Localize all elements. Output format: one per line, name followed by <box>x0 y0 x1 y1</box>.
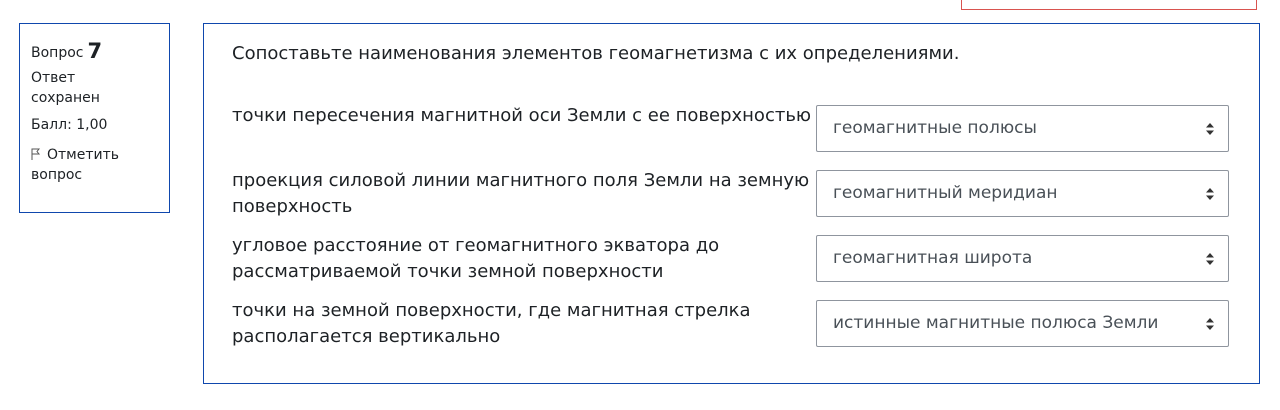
select-arrows-icon <box>1206 123 1214 135</box>
question-number-heading: Вопрос 7 <box>31 38 158 64</box>
question-number: 7 <box>87 39 103 63</box>
match-stem: проекция силовой линии магнитного поля З… <box>232 170 810 217</box>
question-info-panel: Вопрос 7 Ответ сохранен Балл: 1,00 Отмети… <box>19 23 170 213</box>
match-select-value: геомагнитные полюсы <box>833 118 1037 138</box>
select-arrows-icon <box>1206 253 1214 265</box>
match-select-value: геомагнитная широта <box>833 248 1033 268</box>
question-text: Сопоставьте наименования элементов геома… <box>232 43 960 64</box>
match-select[interactable]: геомагнитная широта <box>816 235 1229 282</box>
flag-question-label: Отметить вопрос <box>31 147 120 183</box>
match-stem: точки пересечения магнитной оси Земли с … <box>232 105 812 126</box>
match-select-value: геомагнитный меридиан <box>833 183 1058 203</box>
grade-text: Балл: 1,00 <box>31 117 108 133</box>
match-select[interactable]: геомагнитный меридиан <box>816 170 1229 217</box>
question-content: Сопоставьте наименования элементов геома… <box>203 23 1260 384</box>
match-select[interactable]: геомагнитные полюсы <box>816 105 1229 152</box>
match-select-value: истинные магнитные полюса Земли <box>833 313 1159 333</box>
flag-icon <box>31 148 41 160</box>
match-stem: угловое расстояние от геомагнитного эква… <box>232 235 720 282</box>
question-label: Вопрос <box>31 45 84 61</box>
select-arrows-icon <box>1206 318 1214 330</box>
match-stem: точки на земной поверхности, где магнитн… <box>232 300 751 347</box>
match-select[interactable]: истинные магнитные полюса Земли <box>816 300 1229 347</box>
match-row: точки пересечения магнитной оси Земли с … <box>232 103 1232 157</box>
match-row: проекция силовой линии магнитного поля З… <box>232 168 1232 222</box>
match-row: угловое расстояние от геомагнитного эква… <box>232 233 1232 287</box>
match-row: точки на земной поверхности, где магнитн… <box>232 298 1232 352</box>
select-arrows-icon <box>1206 188 1214 200</box>
answer-state: Ответ сохранен <box>31 70 100 106</box>
top-partial-button[interactable] <box>961 0 1257 10</box>
flag-question-link[interactable]: Отметить вопрос <box>31 145 158 185</box>
